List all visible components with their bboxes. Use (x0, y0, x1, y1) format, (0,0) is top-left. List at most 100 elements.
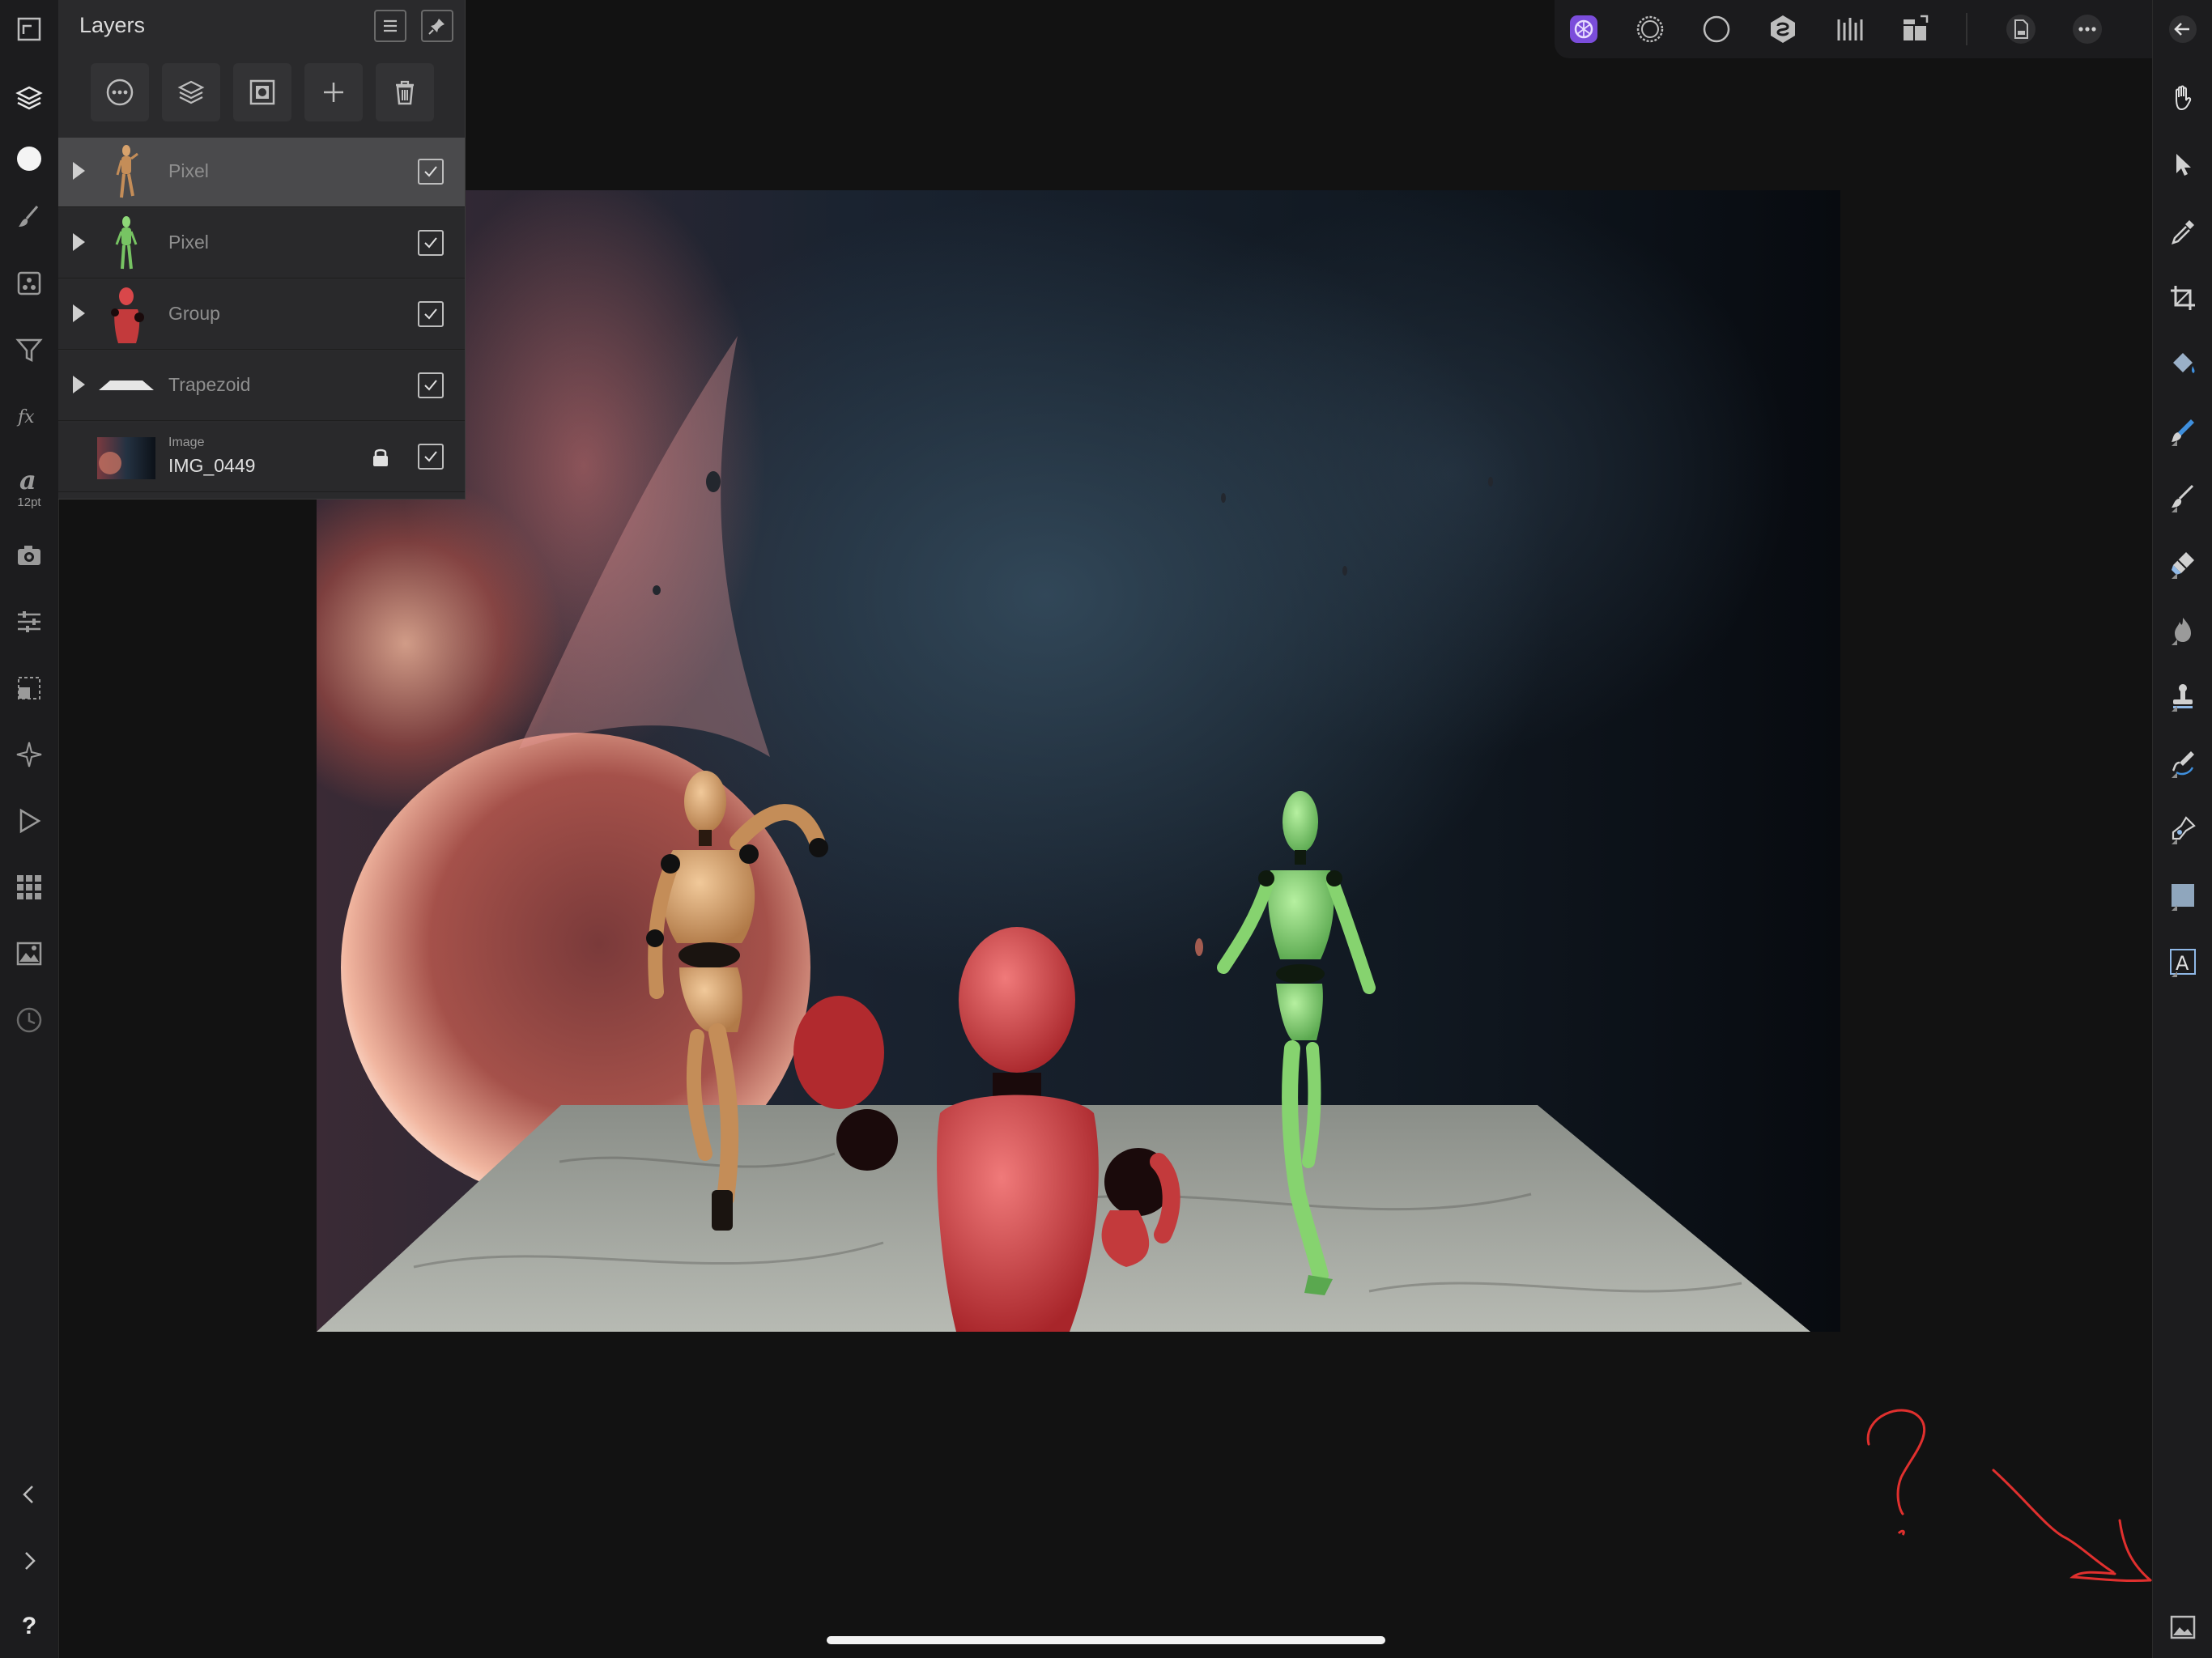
develop-persona-icon[interactable] (1699, 11, 1734, 47)
pen-tool-icon[interactable] (2167, 813, 2199, 845)
layer-name: Pixel (168, 160, 209, 181)
canvas-artwork (317, 336, 1810, 1332)
macro-play-studio-icon[interactable] (13, 805, 45, 837)
layer-row-pixel-wooden[interactable]: Pixel (58, 138, 465, 207)
export-persona-icon[interactable] (1831, 11, 1867, 47)
canvas-view-icon[interactable] (2167, 1611, 2199, 1643)
expand-layer-icon[interactable] (73, 233, 85, 251)
document-studio-icon[interactable] (13, 13, 45, 45)
text-size-label: 12pt (17, 495, 41, 509)
layers-panel-title: Layers (79, 13, 146, 37)
toolbar-separator (1966, 13, 1967, 45)
paint-brush-tool-icon[interactable] (2167, 481, 2199, 513)
brushes-studio-icon[interactable] (13, 201, 45, 233)
stock-image-studio-icon[interactable] (13, 937, 45, 970)
persona-toolbar (1555, 0, 2152, 58)
home-indicator[interactable] (827, 1636, 1385, 1644)
checkmark-icon (424, 237, 437, 249)
adjustments-studio-icon[interactable] (13, 267, 45, 300)
layer-thumbnail-trapezoid (99, 380, 154, 390)
layer-thumbnail-wooden-figure (116, 145, 138, 198)
arrange-persona-icon[interactable] (1898, 11, 1933, 47)
layer-visibility-checkbox[interactable] (418, 372, 444, 398)
layer-kind-label: Image (168, 436, 205, 449)
layers-action-bar (58, 52, 465, 133)
history-studio-icon[interactable] (13, 1004, 45, 1036)
handwritten-annotation (1866, 1409, 2152, 1583)
svg-text:fx: fx (16, 407, 35, 427)
liquify-persona-icon[interactable] (1632, 11, 1668, 47)
add-mask-button[interactable] (233, 63, 291, 121)
layer-stack-button[interactable] (162, 63, 220, 121)
lock-icon[interactable] (371, 447, 390, 468)
more-options-icon[interactable] (2069, 11, 2105, 47)
layers-studio-icon[interactable] (13, 81, 45, 113)
layer-name: Trapezoid (168, 374, 251, 395)
layer-row-trapezoid[interactable]: Trapezoid (58, 351, 465, 421)
crop-tool-icon[interactable] (2167, 282, 2199, 314)
layer-thumbnail-green-figure (115, 216, 138, 270)
svg-text:A: A (2176, 952, 2189, 975)
healing-brush-tool-icon[interactable] (2167, 746, 2199, 779)
document-menu-icon[interactable] (2003, 11, 2039, 47)
hand-tool-icon[interactable] (2167, 81, 2199, 113)
layer-name: Group (168, 303, 220, 324)
collapse-left-chevron-icon[interactable] (13, 1478, 45, 1511)
left-studio-bar: fx a 12pt ? (0, 0, 59, 1658)
burn-tool-icon[interactable] (2167, 614, 2199, 646)
delete-layer-button[interactable] (376, 63, 434, 121)
plus-icon (324, 83, 343, 102)
library-grid-studio-icon[interactable] (13, 871, 45, 903)
back-arrow-icon[interactable] (2167, 13, 2199, 45)
layer-visibility-checkbox[interactable] (418, 301, 444, 327)
checkmark-icon (424, 380, 437, 391)
rectangle-shape-tool-icon[interactable] (2167, 879, 2199, 912)
help-button[interactable]: ? (0, 1613, 58, 1640)
layer-name: Pixel (168, 232, 209, 253)
flood-fill-tool-icon[interactable] (2167, 348, 2199, 380)
layer-options-button[interactable] (91, 63, 149, 121)
layer-row-image[interactable]: Image IMG_0449 (58, 423, 465, 492)
expand-layer-icon[interactable] (73, 376, 85, 393)
text-styles-studio-icon[interactable]: a (13, 463, 45, 495)
filters-studio-icon[interactable] (13, 334, 45, 366)
clone-stamp-tool-icon[interactable] (2167, 680, 2199, 712)
photo-persona-icon[interactable] (1566, 11, 1602, 47)
navigator-studio-icon[interactable] (13, 738, 45, 771)
layer-thumbnail-red-figure (111, 287, 144, 343)
layer-visibility-checkbox[interactable] (418, 159, 444, 185)
pin-icon (428, 19, 445, 35)
add-layer-button[interactable] (304, 63, 363, 121)
sliders-studio-icon[interactable] (13, 606, 45, 638)
layer-name: IMG_0449 (168, 455, 256, 476)
color-picker-tool-icon[interactable] (2167, 215, 2199, 248)
layer-stack-icon (177, 80, 205, 104)
panel-menu-button[interactable] (374, 10, 406, 42)
expand-layer-icon[interactable] (73, 162, 85, 180)
layer-thumbnail-space-image (97, 437, 155, 479)
layer-visibility-checkbox[interactable] (418, 444, 444, 470)
transform-studio-icon[interactable] (13, 672, 45, 704)
nebula-flare (519, 336, 770, 757)
mask-icon (249, 79, 275, 105)
checkmark-icon (424, 166, 437, 177)
layer-row-pixel-green[interactable]: Pixel (58, 209, 465, 278)
color-studio-icon[interactable] (13, 142, 45, 175)
trash-icon (396, 80, 414, 105)
document-canvas[interactable] (317, 190, 1840, 1332)
layers-panel: Layers Pixel Pixel Group Trapezoid Image… (58, 0, 466, 500)
fx-studio-icon[interactable]: fx (13, 400, 45, 432)
artistic-text-tool-icon[interactable]: A (2167, 946, 2199, 978)
selection-brush-tool-icon[interactable] (2167, 414, 2199, 447)
move-tool-icon[interactable] (2167, 149, 2199, 181)
expand-layer-icon[interactable] (73, 304, 85, 322)
layers-panel-header: Layers (58, 0, 465, 52)
layer-row-group-red[interactable]: Group (58, 280, 465, 350)
camera-studio-icon[interactable] (13, 539, 45, 572)
tone-mapping-persona-icon[interactable] (1765, 11, 1801, 47)
expand-right-chevron-icon[interactable] (13, 1545, 45, 1577)
hamburger-menu-icon (384, 19, 397, 32)
layer-visibility-checkbox[interactable] (418, 230, 444, 256)
eraser-tool-icon[interactable] (2167, 547, 2199, 580)
pin-panel-button[interactable] (421, 10, 453, 42)
